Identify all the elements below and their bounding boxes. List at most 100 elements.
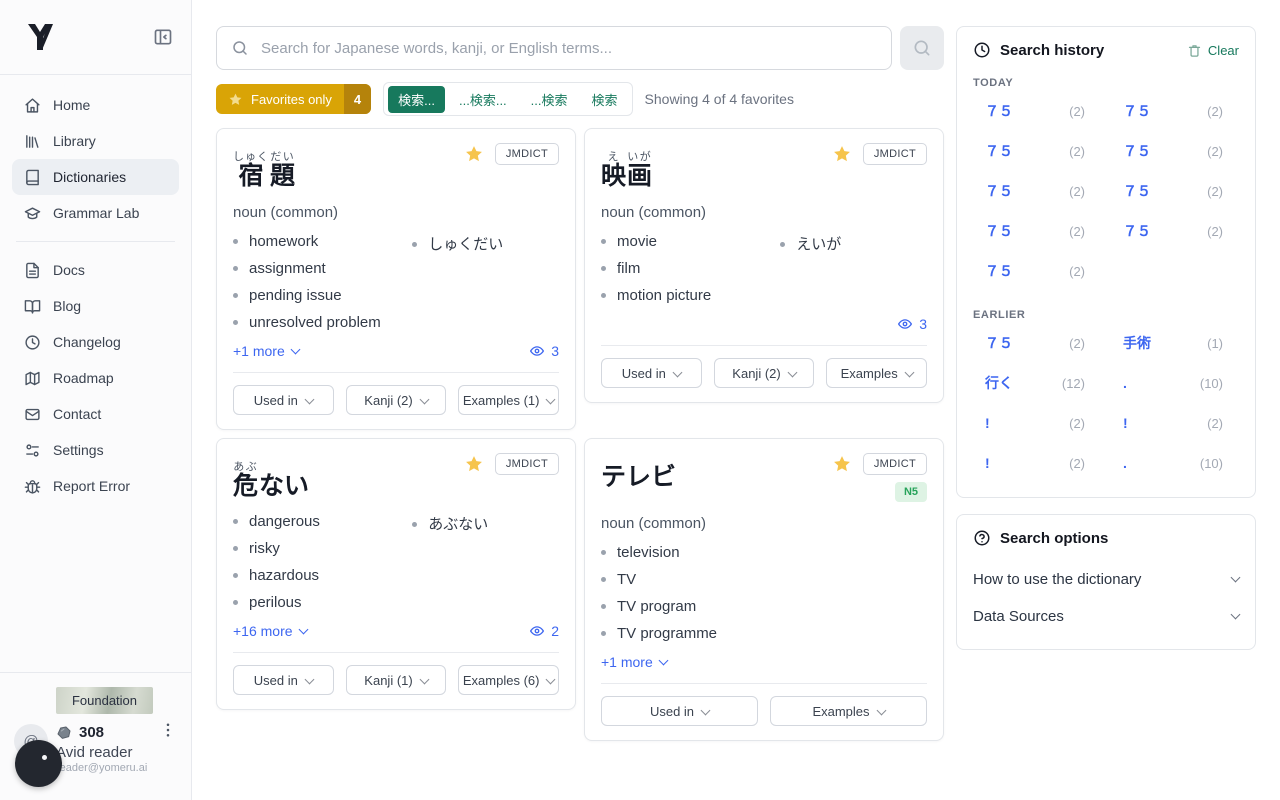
history-item[interactable]: ７５(2)	[973, 131, 1101, 171]
kanji-button[interactable]: Kanji (2)	[346, 385, 447, 415]
sidebar-item-changelog[interactable]: Changelog	[12, 324, 179, 360]
readings-list: あぶない	[412, 508, 559, 616]
option-data-sources[interactable]: Data Sources	[973, 598, 1239, 635]
history-term[interactable]: ７５	[985, 261, 1013, 281]
history-term[interactable]: .	[1123, 375, 1127, 391]
history-item[interactable]: ７５(2)	[1111, 131, 1239, 171]
search-mode-group: 検索......検索......検索検索	[383, 82, 632, 116]
show-more-link[interactable]: +1 more	[233, 343, 299, 359]
history-term[interactable]: 手術	[1123, 333, 1151, 353]
search-icon	[912, 38, 932, 58]
history-item[interactable]: ７５(2)	[973, 323, 1101, 363]
readings-list	[780, 539, 927, 647]
filter-row: Favorites only 4 検索......検索......検索検索 Sh…	[216, 82, 944, 116]
history-item[interactable]: ７５(2)	[1111, 211, 1239, 251]
history-item[interactable]: ７５(2)	[973, 171, 1101, 211]
history-term[interactable]: !	[1123, 415, 1128, 431]
history-item[interactable]: ７５(2)	[1111, 91, 1239, 131]
sidebar-item-docs[interactable]: Docs	[12, 252, 179, 288]
history-term[interactable]: ７５	[985, 181, 1013, 201]
clear-history-button[interactable]: Clear	[1187, 43, 1239, 58]
favorite-star-button[interactable]	[464, 144, 484, 164]
history-term[interactable]: !	[985, 455, 990, 471]
used-in-button[interactable]: Used in	[233, 665, 334, 695]
favorite-star-button[interactable]	[464, 454, 484, 474]
part-of-speech: noun (common)	[233, 204, 559, 221]
sidebar-item-roadmap[interactable]: Roadmap	[12, 360, 179, 396]
history-item[interactable]: .(10)	[1111, 363, 1239, 403]
search-mode-chip-0[interactable]: 検索...	[388, 86, 445, 113]
examples-button[interactable]: Examples (1)	[458, 385, 559, 415]
history-item[interactable]: 行く(12)	[973, 363, 1101, 403]
reading-item: あぶない	[412, 508, 559, 539]
history-item[interactable]: ７５(2)	[973, 211, 1101, 251]
sidebar-item-label: Settings	[53, 442, 104, 458]
history-term[interactable]: ７５	[985, 221, 1013, 241]
source-badge: JMDICT	[863, 453, 927, 475]
examples-button[interactable]: Examples	[826, 358, 927, 388]
search-options-panel: Search options How to use the dictionary…	[956, 514, 1256, 650]
search-mode-chip-2[interactable]: ...検索	[521, 86, 578, 113]
used-in-button[interactable]: Used in	[601, 358, 702, 388]
search-mode-chip-1[interactable]: ...検索...	[449, 86, 517, 113]
examples-button[interactable]: Examples	[770, 696, 927, 726]
search-submit-button[interactable]	[900, 26, 944, 70]
favorite-star-button[interactable]	[832, 144, 852, 164]
history-term[interactable]: ７５	[985, 141, 1013, 161]
examples-button[interactable]: Examples (6)	[458, 665, 559, 695]
user-menu-button[interactable]	[159, 721, 177, 739]
floating-avatar[interactable]	[15, 740, 62, 787]
results-summary: Showing 4 of 4 favorites	[645, 91, 794, 107]
history-item[interactable]: ７５(2)	[973, 91, 1101, 131]
history-term[interactable]: ７５	[1123, 221, 1151, 241]
sidebar-item-contact[interactable]: Contact	[12, 396, 179, 432]
kanji-button[interactable]: Kanji (2)	[714, 358, 815, 388]
option-how-to-use[interactable]: How to use the dictionary	[973, 561, 1239, 598]
sidebar-item-library[interactable]: Library	[12, 123, 179, 159]
sidebar-item-dictionaries[interactable]: Dictionaries	[12, 159, 179, 195]
history-item[interactable]: ! (2)	[973, 443, 1101, 483]
history-term[interactable]: ７５	[985, 101, 1013, 121]
sidebar-header	[0, 0, 191, 75]
history-term[interactable]: !	[985, 415, 990, 431]
graduation-cap-icon	[24, 205, 41, 222]
sidebar-item-report-error[interactable]: Report Error	[12, 468, 179, 504]
search-icon	[231, 39, 249, 57]
history-term[interactable]: ７５	[1123, 141, 1151, 161]
reading-item: しゅくだい	[412, 228, 559, 259]
sidebar-item-home[interactable]: Home	[12, 87, 179, 123]
search-input[interactable]	[261, 40, 877, 57]
history-item[interactable]: ７５ (2)	[973, 251, 1101, 291]
history-item[interactable]: 手術(1)	[1111, 323, 1239, 363]
sidebar-item-blog[interactable]: Blog	[12, 288, 179, 324]
search-history-panel: Search history Clear TODAY７５(2)７５(2)７５(2…	[956, 26, 1256, 498]
show-more-link[interactable]: +1 more	[601, 654, 667, 670]
app-logo[interactable]	[24, 20, 58, 54]
kanji-button[interactable]: Kanji (1)	[346, 665, 447, 695]
readings-list: えいが	[780, 228, 927, 309]
history-item[interactable]: !(2)	[1111, 403, 1239, 443]
history-item[interactable]: ７５(2)	[1111, 171, 1239, 211]
points-value: 308	[79, 724, 104, 741]
history-term[interactable]: ７５	[1123, 181, 1151, 201]
history-term[interactable]: ７５	[985, 333, 1013, 353]
dictionary-entry-card: テレビ JMDICT N5 noun (common) televisionTV…	[584, 438, 944, 741]
history-term[interactable]: .	[1123, 455, 1127, 471]
meanings-list: homeworkassignmentpending issueunresolve…	[233, 228, 412, 336]
used-in-button[interactable]: Used in	[233, 385, 334, 415]
history-item[interactable]: .(10)	[1111, 443, 1239, 483]
history-term[interactable]: ７５	[1123, 101, 1151, 121]
favorite-star-button[interactable]	[832, 454, 852, 474]
favorites-only-toggle[interactable]: Favorites only 4	[216, 84, 371, 114]
history-item[interactable]: !(2)	[973, 403, 1101, 443]
history-count: (2)	[1069, 264, 1085, 279]
show-more-link[interactable]: +16 more	[233, 623, 307, 639]
history-count: (2)	[1069, 456, 1085, 471]
used-in-button[interactable]: Used in	[601, 696, 758, 726]
sidebar-item-grammar-lab[interactable]: Grammar Lab	[12, 195, 179, 231]
sidebar-collapse-button[interactable]	[153, 27, 173, 47]
history-term[interactable]: 行く	[985, 373, 1013, 393]
results-grid: 宿しゅく題だい JMDICT noun (common) homeworkass…	[216, 128, 944, 741]
search-mode-chip-3[interactable]: 検索	[582, 86, 628, 113]
sidebar-item-settings[interactable]: Settings	[12, 432, 179, 468]
